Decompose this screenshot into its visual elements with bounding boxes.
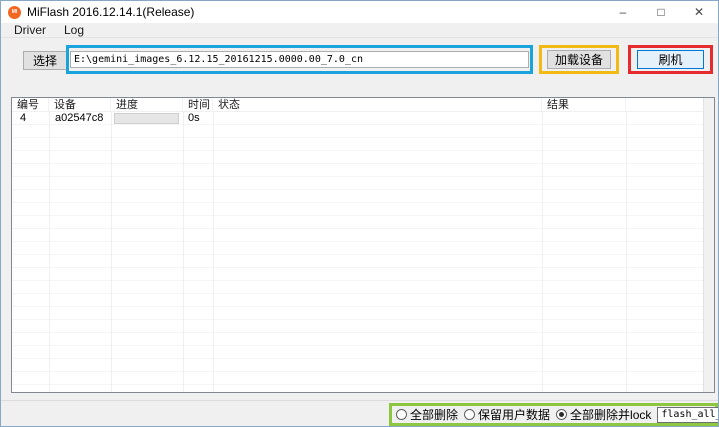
column-header-time[interactable]: 时间 [183, 98, 213, 111]
option-erase-all[interactable]: 全部删除 [396, 406, 458, 423]
table-header: 编号 设备 进度 时间 状态 结果 [12, 98, 714, 112]
option-erase-and-lock-label: 全部删除并lock [570, 408, 652, 422]
progress-bar [114, 113, 179, 124]
load-device-button[interactable]: 加载设备 [547, 50, 611, 69]
grid-line [213, 112, 214, 392]
close-button[interactable]: ✕ [680, 1, 718, 23]
radio-icon[interactable] [556, 409, 568, 420]
device-table: 编号 设备 进度 时间 状态 结果 4 a02547c8 0s [11, 97, 715, 393]
option-save-user-data[interactable]: 保留用户数据 [464, 406, 550, 423]
flash-script-value: flash_all_lock.bat [661, 409, 718, 420]
column-header-no[interactable]: 编号 [12, 98, 49, 111]
cell-time: 0s [188, 112, 200, 124]
radio-icon[interactable] [464, 409, 476, 420]
cell-no: 4 [20, 112, 27, 124]
grid-line [183, 112, 184, 392]
mi-logo-icon: MI [8, 5, 21, 19]
options-highlight-box: 全部删除 保留用户数据 全部删除并lock flash_all_lock.bat… [389, 403, 718, 426]
rom-path-input[interactable] [70, 51, 529, 68]
path-highlight-box [66, 45, 533, 74]
window-title: MiFlash 2016.12.14.1(Release) [27, 5, 195, 19]
table-row[interactable]: 4 a02547c8 0s [12, 112, 703, 125]
column-header-result[interactable]: 结果 [542, 98, 626, 111]
column-header-device[interactable]: 设备 [49, 98, 111, 111]
minimize-button[interactable]: – [604, 1, 642, 23]
grid-line [542, 112, 543, 392]
flash-highlight-box: 刷机 [628, 45, 713, 74]
grid-line [49, 112, 50, 392]
select-button[interactable]: 选择 [23, 51, 67, 70]
grid-line [626, 112, 627, 392]
grid-line [111, 112, 112, 392]
option-save-user-data-label: 保留用户数据 [478, 408, 551, 422]
option-erase-and-lock[interactable]: 全部删除并lock [556, 406, 651, 423]
footer-divider [1, 400, 718, 401]
column-header-status[interactable]: 状态 [213, 98, 542, 111]
flash-script-dropdown[interactable]: flash_all_lock.bat ˅ [657, 406, 718, 423]
flash-button[interactable]: 刷机 [637, 50, 704, 69]
menu-bar: Driver Log [1, 23, 718, 38]
load-device-highlight-box: 加载设备 [539, 45, 619, 74]
menu-driver[interactable]: Driver [14, 23, 46, 37]
title-bar: MI MiFlash 2016.12.14.1(Release) – □ ✕ [1, 1, 718, 23]
menu-log[interactable]: Log [64, 23, 84, 37]
option-erase-all-label: 全部删除 [410, 408, 459, 422]
cell-device: a02547c8 [55, 112, 104, 124]
miflash-window: MI MiFlash 2016.12.14.1(Release) – □ ✕ D… [0, 0, 719, 427]
maximize-button[interactable]: □ [642, 1, 680, 23]
table-body: 4 a02547c8 0s [12, 112, 703, 392]
column-header-extra[interactable] [626, 98, 714, 111]
window-controls: – □ ✕ [604, 1, 718, 23]
radio-icon[interactable] [396, 409, 407, 420]
table-scrollbar[interactable] [703, 98, 714, 392]
column-header-progress[interactable]: 进度 [111, 98, 183, 111]
